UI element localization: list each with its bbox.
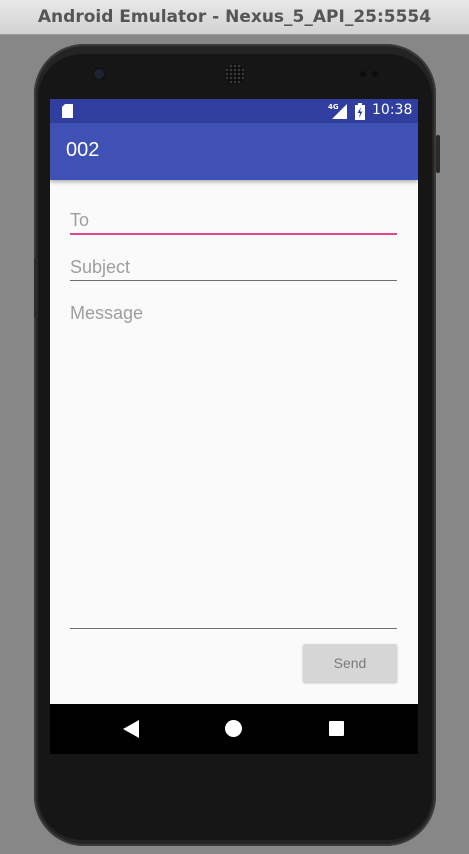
earpiece-speaker [225, 64, 245, 84]
window-title: Android Emulator - Nexus_5_API_25:5554 [37, 7, 432, 27]
message-placeholder: Message [70, 303, 144, 323]
light-sensor [372, 71, 378, 77]
volume-button[interactable] [34, 258, 38, 318]
subject-placeholder: Subject [70, 257, 131, 277]
status-time: 10:38 [372, 102, 413, 118]
navigation-bar [50, 704, 418, 754]
send-button-label: Send [333, 655, 367, 671]
sd-card-icon [62, 104, 73, 118]
to-field-underline [70, 233, 397, 235]
to-placeholder: To [70, 210, 90, 230]
signal-icon [332, 104, 347, 119]
emulator-title-bar: Android Emulator - Nexus_5_API_25:5554 [0, 0, 469, 35]
device-screen: 4G 10:38 002 To Subject Message Send [50, 99, 418, 754]
subject-field-underline [70, 280, 397, 281]
battery-charging-icon [355, 103, 365, 120]
message-field-underline [70, 628, 397, 629]
message-field[interactable]: Message [70, 300, 397, 630]
status-bar: 4G 10:38 [50, 99, 418, 123]
send-button[interactable]: Send [303, 644, 397, 682]
power-button[interactable] [436, 135, 440, 173]
subject-field[interactable]: Subject [70, 254, 397, 282]
front-camera [94, 69, 104, 79]
home-icon[interactable] [225, 720, 242, 737]
to-field[interactable]: To [70, 207, 397, 237]
app-title: 002 [66, 139, 100, 161]
proximity-sensor [360, 71, 366, 77]
back-icon[interactable] [123, 720, 139, 738]
recents-icon[interactable] [329, 721, 344, 736]
app-bar: 002 [50, 123, 418, 180]
